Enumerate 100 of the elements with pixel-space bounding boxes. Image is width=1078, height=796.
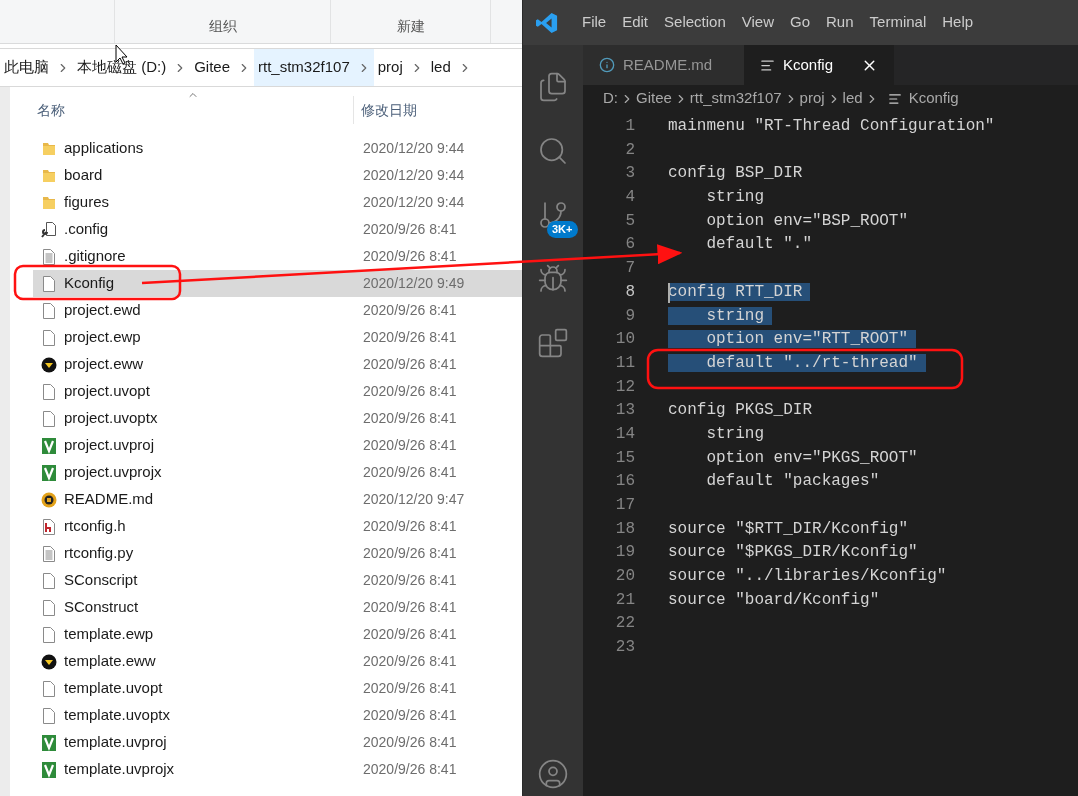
editor-tab[interactable]: README.md (583, 45, 744, 85)
column-header[interactable]: 修改日期 (354, 99, 417, 121)
menu-item[interactable]: Go (782, 11, 818, 34)
breadcrumb-item[interactable]: proj (799, 87, 825, 110)
line-number: 9 (624, 305, 635, 327)
file-icon (40, 274, 57, 293)
file-row[interactable]: template.eww 2020/9/26 8:41 (33, 648, 522, 675)
file-name: project.uvproj (64, 435, 156, 456)
file-row[interactable]: template.uvoptx 2020/9/26 8:41 (33, 702, 522, 729)
line-number: 11 (614, 352, 635, 374)
breadcrumb-item[interactable]: Gitee (636, 87, 672, 110)
file-row[interactable]: .gitignore 2020/9/26 8:41 (33, 243, 522, 270)
lines-icon (760, 57, 775, 73)
file-date: 2020/9/26 8:41 (363, 517, 457, 536)
line-number: 23 (614, 637, 635, 659)
file-date: 2020/12/20 9:47 (363, 490, 465, 509)
file-row[interactable]: rtconfig.py 2020/9/26 8:41 (33, 540, 522, 567)
file-row[interactable]: project.uvoptx 2020/9/26 8:41 (33, 405, 522, 432)
file-row[interactable]: SConscript 2020/9/26 8:41 (33, 567, 522, 594)
line-number: 16 (614, 471, 635, 493)
file-row[interactable]: template.uvproj 2020/9/26 8:41 (33, 729, 522, 756)
file-name: project.uvprojx (64, 462, 163, 483)
file-row[interactable]: template.uvprojx 2020/9/26 8:41 (33, 756, 522, 783)
file-name: board (64, 165, 104, 186)
bug-icon[interactable] (537, 263, 569, 295)
file-name: rtconfig.h (64, 516, 127, 537)
file-row[interactable]: template.ewp 2020/9/26 8:41 (33, 621, 522, 648)
file-row[interactable]: figures 2020/12/20 9:44 (33, 189, 522, 216)
code-line: default "." (705, 235, 814, 254)
menu-item[interactable]: Selection (656, 11, 734, 34)
editor-tab[interactable]: Kconfig (744, 45, 894, 85)
ribbon-group-label: 组织 (208, 17, 237, 36)
code-line: option env="BSP_ROOT" (705, 211, 910, 230)
file-date: 2020/9/26 8:41 (363, 679, 457, 698)
menu-item[interactable]: Terminal (861, 11, 935, 34)
file-date: 2020/9/26 8:41 (363, 544, 457, 563)
workspace-file-icon (40, 652, 57, 671)
file-row[interactable]: rtconfig.h 2020/9/26 8:41 (33, 513, 522, 540)
menu-item[interactable]: Run (818, 11, 862, 34)
path-segment[interactable]: 本地磁盘 (D:) (73, 56, 171, 79)
breadcrumb-item[interactable]: led (842, 87, 863, 110)
file-name: rtconfig.py (64, 543, 135, 564)
account-icon[interactable] (537, 758, 569, 790)
extensions-icon[interactable] (537, 327, 569, 359)
path-segment[interactable]: Gitee (190, 56, 235, 79)
file-row[interactable]: project.uvprojx 2020/9/26 8:41 (33, 459, 522, 486)
file-row[interactable]: .config 2020/9/26 8:41 (33, 216, 522, 243)
menu-item[interactable]: File (574, 11, 615, 34)
file-date: 2020/9/26 8:41 (363, 571, 457, 590)
file-icon (40, 571, 57, 590)
file-row[interactable]: project.ewd 2020/9/26 8:41 (33, 297, 522, 324)
file-icon (40, 382, 57, 401)
code-line: default "packages" (705, 472, 881, 491)
breadcrumb-item[interactable]: rtt_stm32f107 (689, 87, 782, 110)
path-segment[interactable]: proj (373, 56, 407, 79)
file-row[interactable]: Kconfig 2020/12/20 9:49 (33, 270, 522, 297)
file-date: 2020/9/26 8:41 (363, 625, 457, 644)
line-number: 2 (624, 139, 635, 161)
file-row[interactable]: project.uvopt 2020/9/26 8:41 (33, 378, 522, 405)
file-date: 2020/9/26 8:41 (363, 760, 457, 779)
file-row[interactable]: applications 2020/12/20 9:44 (33, 135, 522, 162)
file-date: 2020/9/26 8:41 (363, 328, 457, 347)
breadcrumb-item[interactable]: Kconfig (908, 87, 959, 110)
path-segment[interactable]: led (426, 56, 455, 79)
line-number: 17 (614, 495, 635, 516)
file-row[interactable]: SConstruct 2020/9/26 8:41 (33, 594, 522, 621)
file-row[interactable]: board 2020/12/20 9:44 (33, 162, 522, 189)
editor-file-icon (40, 490, 57, 509)
keil-file-icon (40, 760, 57, 779)
file-name: Kconfig (64, 273, 116, 294)
file-name: template.eww (64, 651, 157, 672)
text-file-icon (40, 544, 57, 563)
file-row[interactable]: project.ewp 2020/9/26 8:41 (33, 324, 522, 351)
file-date: 2020/9/26 8:41 (363, 382, 457, 401)
file-name: template.uvoptx (64, 705, 171, 726)
file-row[interactable]: project.uvproj 2020/9/26 8:41 (33, 432, 522, 459)
file-icon (40, 409, 57, 428)
file-date: 2020/9/26 8:41 (363, 598, 457, 617)
file-date: 2020/9/26 8:41 (363, 652, 457, 671)
file-date: 2020/12/20 9:44 (363, 166, 465, 185)
breadcrumb-item[interactable]: D: (603, 87, 618, 110)
column-header[interactable]: 名称 (33, 99, 353, 121)
path-segment[interactable]: 此电脑 (0, 56, 53, 79)
code-line: source "board/Kconfig" (668, 590, 881, 609)
menu-item[interactable]: Edit (614, 11, 657, 34)
config-file-icon (40, 220, 57, 239)
files-icon[interactable] (537, 71, 569, 103)
file-date: 2020/9/26 8:41 (363, 733, 457, 752)
file-name: template.ewp (64, 624, 155, 645)
file-row[interactable]: template.uvopt 2020/9/26 8:41 (33, 675, 522, 702)
file-row[interactable]: project.eww 2020/9/26 8:41 (33, 351, 522, 378)
file-row[interactable]: README.md 2020/12/20 9:47 (33, 486, 522, 513)
menu-item[interactable]: View (733, 11, 782, 34)
search-icon[interactable] (537, 135, 569, 167)
file-name: .gitignore (64, 246, 127, 267)
file-name: template.uvopt (64, 678, 164, 699)
file-date: 2020/9/26 8:41 (363, 436, 457, 455)
workspace-file-icon (40, 355, 57, 374)
keil-file-icon (40, 733, 57, 752)
menu-item[interactable]: Help (934, 11, 982, 34)
